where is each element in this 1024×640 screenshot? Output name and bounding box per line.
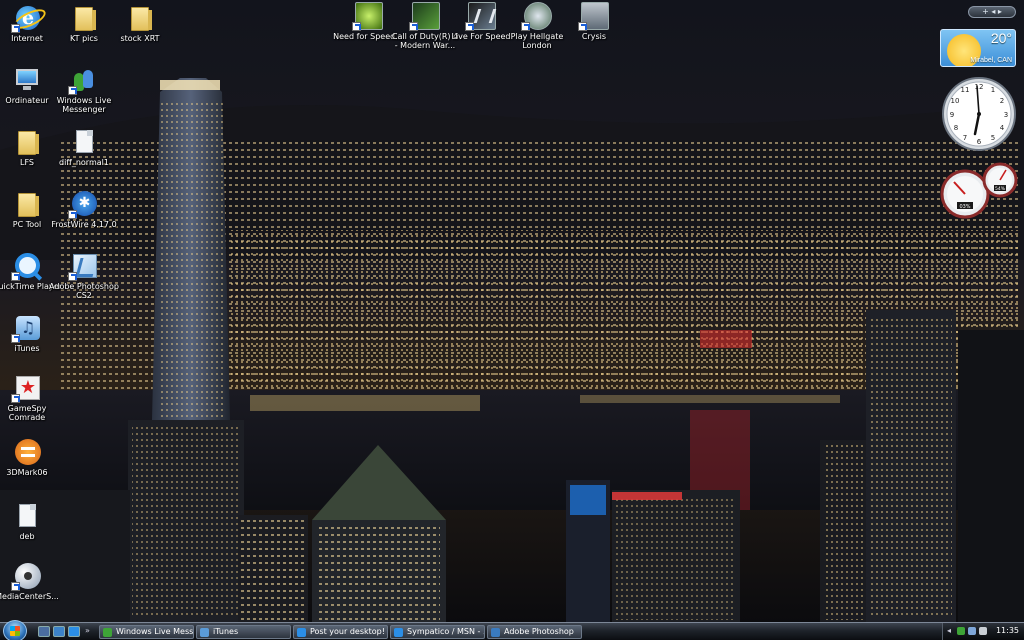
cpu-usage-value: 03%: [959, 204, 970, 210]
svg-text:4: 4: [1000, 124, 1005, 132]
gadget-controls[interactable]: + ◂ ▸: [968, 6, 1016, 18]
shortcut-arrow-icon: [578, 22, 587, 31]
shortcut-arrow-icon: [11, 334, 20, 343]
folder-icon: [18, 193, 39, 217]
weather-temperature: 20°: [990, 30, 1012, 46]
taskbar-button-label: Post your desktop! -...: [310, 627, 387, 636]
shortcut-arrow-icon: [68, 86, 77, 95]
desktop-icon-itunes[interactable]: ♫ iTunes: [0, 312, 62, 368]
shortcut-arrow-icon: [465, 22, 474, 31]
quicklaunch-internet-explorer-icon[interactable]: [68, 626, 80, 637]
shortcut-arrow-icon: [409, 22, 418, 31]
browser-icon: [297, 628, 306, 637]
svg-text:2: 2: [1000, 97, 1004, 105]
shortcut-arrow-icon: [11, 24, 20, 33]
svg-text:5: 5: [991, 134, 995, 142]
desktop-icon-label: FrostWire 4.17.0: [51, 220, 117, 229]
taskbar-button-label: Windows Live Mess...: [116, 627, 194, 636]
weather-gadget[interactable]: 20° Mirabel, CAN: [940, 29, 1016, 67]
folder-icon: [18, 131, 39, 155]
desktop-icon-3dmark06[interactable]: 3DMark06: [0, 436, 62, 492]
tray-messenger-icon[interactable]: [957, 627, 965, 635]
svg-text:1: 1: [991, 86, 995, 94]
image-file-icon: [76, 130, 93, 153]
taskbar-button-post-your-desktop[interactable]: Post your desktop! -...: [293, 625, 388, 639]
taskbar-button-adobe-photoshop[interactable]: Adobe Photoshop: [487, 625, 582, 639]
shortcut-arrow-icon: [11, 394, 20, 403]
desktop-icon-label: deb: [19, 532, 35, 541]
taskbar-button-label: Sympatico / MSN - ...: [407, 627, 485, 636]
svg-text:8: 8: [954, 124, 958, 132]
svg-text:11: 11: [961, 86, 970, 94]
desktop-icon-label: Windows Live Messenger: [56, 96, 112, 114]
file-icon: [19, 504, 36, 527]
computer-icon: [16, 69, 38, 90]
start-button[interactable]: [3, 620, 27, 640]
shortcut-arrow-icon: [521, 22, 530, 31]
quicklaunch-show-desktop-icon[interactable]: [38, 626, 50, 637]
desktop-icon-label: iTunes: [14, 344, 40, 353]
desktop-icon-diff-normal1[interactable]: diff_normal1: [49, 126, 119, 182]
photoshop-icon: [491, 628, 500, 637]
desktop-icon-label: 3DMark06: [6, 468, 48, 477]
tray-network-icon[interactable]: [968, 627, 976, 635]
3dmark-icon: [15, 439, 41, 465]
weather-city: Mirabel, CAN: [970, 57, 1012, 64]
shortcut-arrow-icon: [352, 22, 361, 31]
folder-icon: [75, 7, 96, 31]
svg-text:9: 9: [950, 111, 954, 119]
tray-volume-icon[interactable]: [979, 627, 987, 635]
taskbar-clock[interactable]: 11:35: [996, 626, 1019, 635]
browser-icon: [394, 628, 403, 637]
desktop-icon-label: Adobe Photoshop CS2: [49, 282, 119, 300]
svg-text:3: 3: [1004, 111, 1008, 119]
taskbar: » Windows Live Mess... iTunes Post your …: [0, 620, 1024, 640]
shortcut-arrow-icon: [68, 210, 77, 219]
desktop-icon-stock-xrt[interactable]: stock XRT: [105, 2, 175, 58]
taskbar-button-label: iTunes: [213, 627, 239, 636]
desktop-icon-deb[interactable]: deb: [0, 500, 62, 556]
desktop-icon-label: MediaCenterS...: [0, 592, 59, 601]
folder-icon: [131, 7, 152, 31]
svg-text:10: 10: [951, 97, 960, 105]
desktop-icon-windows-live-messenger[interactable]: Windows Live Messenger: [49, 64, 119, 120]
desktop-icon-frostwire[interactable]: ✱ FrostWire 4.17.0: [49, 188, 119, 244]
taskbar-button-windows-live-messenger[interactable]: Windows Live Mess...: [99, 625, 194, 639]
cpu-meter-gadget[interactable]: 03% 54%: [940, 162, 1020, 220]
shortcut-arrow-icon: [11, 582, 20, 591]
desktop-wallpaper: [0, 0, 1024, 622]
shortcut-arrow-icon: [68, 272, 77, 281]
desktop-icon-label: Crysis: [581, 32, 607, 41]
svg-text:6: 6: [977, 138, 982, 146]
taskbar-button-sympatico-msn[interactable]: Sympatico / MSN - ...: [390, 625, 485, 639]
desktop-icon-label: GameSpy Comrade: [7, 404, 47, 422]
tray-expand-icon[interactable]: ◂: [947, 627, 955, 635]
svg-text:12: 12: [975, 83, 984, 91]
quicklaunch-switch-windows-icon[interactable]: [53, 626, 65, 637]
svg-text:7: 7: [963, 134, 967, 142]
desktop-icon-photoshop[interactable]: Adobe Photoshop CS2: [49, 250, 119, 306]
taskbar-button-label: Adobe Photoshop: [504, 627, 574, 636]
desktop-icon-label: stock XRT: [120, 34, 160, 43]
shortcut-arrow-icon: [11, 272, 20, 281]
itunes-icon: [200, 628, 209, 637]
quicklaunch-more-icon[interactable]: »: [85, 626, 93, 637]
ram-usage-value: 54%: [995, 186, 1006, 192]
desktop-icon-gamespy-comrade[interactable]: ★ GameSpy Comrade: [0, 372, 62, 428]
clock-gadget[interactable]: 12 12 3 45 6 78 9 1011: [941, 76, 1017, 152]
desktop-icon-label: diff_normal1: [59, 158, 109, 167]
messenger-icon: [103, 628, 112, 637]
system-tray: ◂ 11:35: [942, 623, 1024, 640]
desktop-icon-crysis[interactable]: Crysis: [559, 0, 629, 56]
desktop-icon-media-center[interactable]: MediaCenterS...: [0, 560, 62, 616]
taskbar-button-itunes[interactable]: iTunes: [196, 625, 291, 639]
